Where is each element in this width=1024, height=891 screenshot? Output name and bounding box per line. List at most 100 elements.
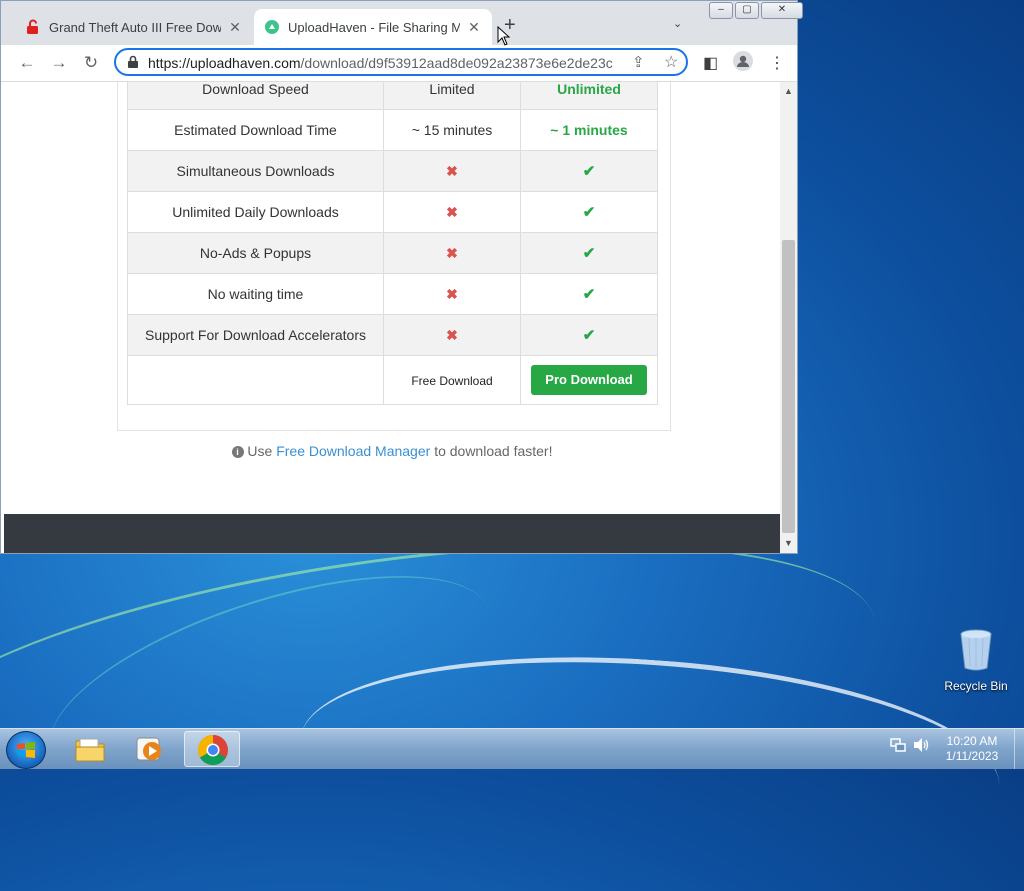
network-icon[interactable] [890,737,906,756]
page-footer [4,514,780,553]
clock-date: 1/11/2023 [945,749,999,763]
free-download-manager-link[interactable]: Free Download Manager [276,443,430,459]
info-icon: i [231,446,244,458]
network-monitor-icon [890,738,906,752]
x-mark-icon: ✖ [446,326,458,343]
feature-cell: Estimated Download Time [127,109,384,151]
comparison-row: Download Speed Limited Unlimited [127,82,658,110]
speaker-icon [914,738,929,752]
address-bar[interactable]: https://uploadhaven.com/download/d9f5391… [114,48,688,76]
start-button[interactable] [6,731,46,769]
window-controls: – ▢ ✕ [707,2,803,19]
menu-kebab-icon[interactable]: ⋮ [769,53,785,73]
share-icon[interactable]: ⇪ [632,53,645,71]
comparison-row: Estimated Download Time ~ 15 minutes ~ 1 m… [127,109,658,151]
page-viewport: Download Speed Limited Unlimited Estimated … [4,82,780,553]
pro-check-icon: ✔ [520,314,658,356]
free-value-cell: Limited [383,82,521,110]
folder-icon [75,738,105,762]
tab-close-button[interactable]: ✕ [466,19,482,36]
browser-window: Grand Theft Auto III Free Downlo ✕ Uploa… [0,0,803,554]
pro-check-icon: ✔ [520,232,658,274]
free-x-icon: ✖ [383,150,521,192]
volume-icon[interactable] [913,737,931,756]
chrome-icon [197,735,228,766]
tab-title: Grand Theft Auto III Free Downlo [49,19,221,35]
feature-cell: No waiting time [127,273,384,315]
reload-icon[interactable]: ↻ [79,51,103,75]
tab-close-button[interactable]: ✕ [227,19,243,36]
check-mark-icon: ✔ [582,163,596,180]
pro-check-icon: ✔ [520,191,658,233]
check-mark-icon: ✔ [582,327,596,344]
pro-value-cell: Unlimited [520,82,658,110]
feature-cell: Unlimited Daily Downloads [127,191,384,233]
feature-cell: Simultaneous Downloads [127,150,384,192]
url-text: https://uploadhaven.com/download/d9f5391… [148,55,613,71]
url-path: /download/d9f53912aad8de092a23873e6e2de2… [300,55,613,71]
taskbar: 10:20 AM 1/11/2023 [0,728,1024,769]
comparison-row: No waiting time ✖ ✔ [127,273,658,315]
tab-title: UploadHaven - File Sharing Made [288,19,460,35]
lock-open-red-icon [27,19,38,34]
show-desktop-button[interactable] [1014,729,1024,769]
comparison-table: Download Speed Limited Unlimited Estimated … [127,82,658,405]
side-panel-icon[interactable]: ◧ [703,53,718,73]
pro-download-button[interactable]: Pro Download [531,365,647,395]
taskbar-explorer[interactable] [62,731,118,767]
download-buttons-row: Free Download Pro Download [127,355,658,405]
free-x-icon: ✖ [383,314,521,356]
free-download-button[interactable]: Free Download [411,374,492,388]
media-player-icon [136,737,161,761]
comparison-row: Unlimited Daily Downloads ✖ ✔ [127,191,658,233]
pro-value-cell: ~ 1 minutes [520,109,658,151]
profile-icon [733,51,753,71]
recycle-bin-label: Recycle Bin [944,679,1008,693]
lock-icon [128,55,138,68]
scrollbar-thumb[interactable] [782,240,795,533]
clock-time: 10:20 AM [946,734,998,748]
x-mark-icon: ✖ [446,285,458,302]
empty-cell [127,355,384,405]
free-download-cell: Free Download [383,355,521,405]
comparison-row: Simultaneous Downloads ✖ ✔ [127,150,658,192]
close-window-button[interactable]: ✕ [761,2,803,19]
check-mark-icon: ✔ [582,286,596,303]
check-mark-icon: ✔ [582,245,596,262]
tab-strip: Grand Theft Auto III Free Downlo ✕ Uploa… [1,1,803,45]
scroll-up-arrow-icon[interactable]: ▲ [784,86,793,96]
back-icon[interactable]: ← [15,51,39,75]
tab-gta3[interactable]: Grand Theft Auto III Free Downlo ✕ [15,9,251,45]
minimize-button[interactable]: – [709,2,733,19]
scroll-down-arrow-icon[interactable]: ▼ [784,538,793,548]
x-mark-icon: ✖ [446,244,458,261]
page-scrollbar[interactable]: ▲ ▼ [780,82,797,553]
download-manager-hint: i Use Free Download Manager to download … [4,443,780,459]
taskbar-chrome[interactable] [184,731,240,767]
bookmark-star-icon[interactable]: ☆ [664,52,678,72]
maximize-button[interactable]: ▢ [735,2,759,19]
feature-cell: Support For Download Accelerators [127,314,384,356]
tab-search-button[interactable]: ⌄ [673,17,682,30]
taskbar-media-player[interactable] [122,731,178,767]
windows-logo-icon [17,742,35,758]
free-x-icon: ✖ [383,191,521,233]
pro-check-icon: ✔ [520,150,658,192]
uploadhaven-logo-icon [265,20,279,34]
tab-uploadhaven[interactable]: UploadHaven - File Sharing Made ✕ [254,9,492,45]
free-value-cell: ~ 15 minutes [383,109,521,151]
recycle-bin[interactable]: Recycle Bin [940,628,1012,693]
feature-cell: Download Speed [127,82,384,110]
system-clock[interactable]: 10:20 AM 1/11/2023 [936,734,1008,764]
forward-icon[interactable]: → [47,51,71,75]
profile-avatar[interactable] [733,51,753,76]
url-host: https://uploadhaven.com [148,55,301,71]
x-mark-icon: ✖ [446,203,458,220]
free-x-icon: ✖ [383,273,521,315]
hint-prefix: Use [247,443,273,459]
feature-cell: No-Ads & Popups [127,232,384,274]
comparison-row: Support For Download Accelerators ✖ ✔ [127,314,658,356]
hint-suffix: to download faster! [434,443,553,459]
check-mark-icon: ✔ [582,204,596,221]
pro-download-cell: Pro Download [520,355,658,405]
